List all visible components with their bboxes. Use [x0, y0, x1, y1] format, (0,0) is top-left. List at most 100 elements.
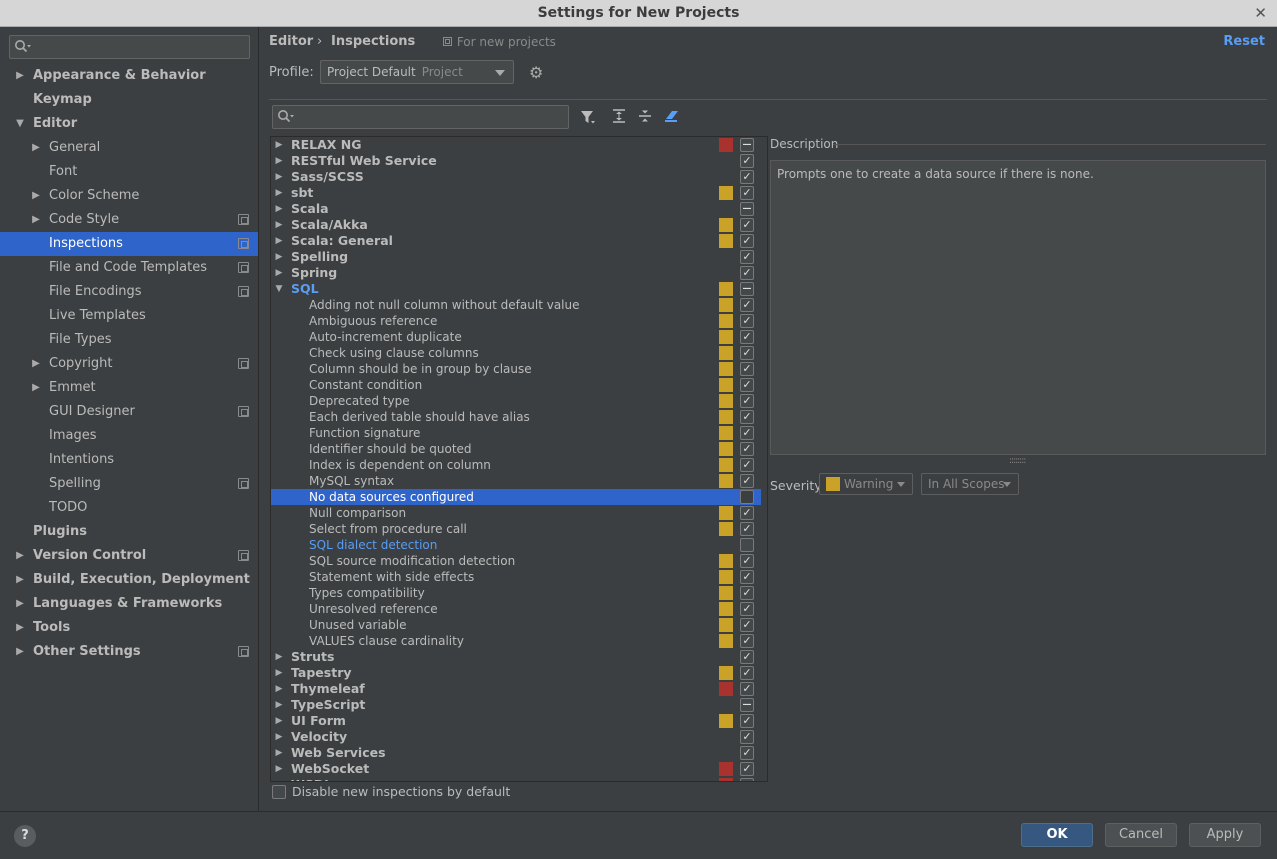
breadcrumb-editor[interactable]: Editor — [269, 34, 313, 49]
chevron-right-icon[interactable]: ▶ — [14, 544, 26, 568]
enabled-checkbox[interactable]: ✓ — [740, 266, 754, 280]
inspection-row[interactable]: Null comparison ✓ — [271, 505, 761, 521]
enabled-checkbox[interactable]: ✓ — [740, 458, 754, 472]
enabled-checkbox[interactable]: ✓ — [740, 746, 754, 760]
enabled-checkbox[interactable]: ✓ — [740, 682, 754, 696]
chevron-right-icon[interactable]: ▶ — [30, 376, 42, 400]
enabled-checkbox[interactable]: ✓ — [740, 474, 754, 488]
chevron-right-icon[interactable]: ▶ — [274, 153, 284, 169]
sidebar-item-languages-frameworks[interactable]: ▶ Languages & Frameworks — [0, 592, 258, 616]
inspection-row[interactable]: Auto-increment duplicate ✓ — [271, 329, 761, 345]
chevron-right-icon[interactable]: ▶ — [274, 713, 284, 729]
filter-icon[interactable] — [580, 109, 596, 129]
ok-button[interactable]: OK — [1021, 823, 1093, 847]
inspection-row[interactable]: Statement with side effects ✓ — [271, 569, 761, 585]
chevron-right-icon[interactable]: ▶ — [274, 649, 284, 665]
sidebar-item-plugins[interactable]: Plugins — [0, 520, 258, 544]
inspection-group-row[interactable]: ▶ Scala: General ✓ — [271, 233, 761, 249]
chevron-down-icon[interactable]: ▼ — [274, 281, 284, 297]
inspection-row[interactable]: Adding not null column without default v… — [271, 297, 761, 313]
sidebar-item-intentions[interactable]: Intentions — [0, 448, 258, 472]
help-button[interactable]: ? — [14, 825, 36, 847]
inspection-group-row[interactable]: ▶ Tapestry ✓ — [271, 665, 761, 681]
sidebar-item-todo[interactable]: TODO — [0, 496, 258, 520]
inspection-group-row[interactable]: ▼ SQL — — [271, 281, 761, 297]
profile-select[interactable]: Project Default Project — [320, 60, 514, 84]
enabled-checkbox[interactable]: ✓ — [740, 378, 754, 392]
enabled-checkbox[interactable]: ✓ — [740, 170, 754, 184]
inspection-row[interactable]: Identifier should be quoted ✓ — [271, 441, 761, 457]
sidebar-item-tools[interactable]: ▶ Tools — [0, 616, 258, 640]
enabled-checkbox[interactable]: ✓ — [740, 730, 754, 744]
enabled-checkbox[interactable]: — — [740, 282, 754, 296]
enabled-checkbox[interactable]: ✓ — [740, 442, 754, 456]
enabled-checkbox[interactable]: ✓ — [740, 154, 754, 168]
enabled-checkbox[interactable]: ✓ — [740, 346, 754, 360]
sidebar-item-file-and-code-templates[interactable]: File and Code Templates — [0, 256, 258, 280]
chevron-right-icon[interactable]: ▶ — [30, 352, 42, 376]
chevron-right-icon[interactable]: ▶ — [274, 217, 284, 233]
sidebar-item-images[interactable]: Images — [0, 424, 258, 448]
inspection-row[interactable]: Unresolved reference ✓ — [271, 601, 761, 617]
enabled-checkbox[interactable]: — — [740, 698, 754, 712]
chevron-right-icon[interactable]: ▶ — [14, 592, 26, 616]
inspection-row[interactable]: Check using clause columns ✓ — [271, 345, 761, 361]
enabled-checkbox[interactable]: ✓ — [740, 410, 754, 424]
sidebar-search-input[interactable] — [9, 35, 250, 59]
inspection-group-row[interactable]: ▶ RESTful Web Service ✓ — [271, 153, 761, 169]
sidebar-item-appearance-behavior[interactable]: ▶ Appearance & Behavior — [0, 64, 258, 88]
inspection-row[interactable]: Deprecated type ✓ — [271, 393, 761, 409]
inspection-row[interactable]: Column should be in group by clause ✓ — [271, 361, 761, 377]
enabled-checkbox[interactable]: ✓ — [740, 554, 754, 568]
chevron-right-icon[interactable]: ▶ — [30, 208, 42, 232]
inspection-row[interactable]: Unused variable ✓ — [271, 617, 761, 633]
enabled-checkbox[interactable]: ✓ — [740, 250, 754, 264]
inspection-row[interactable]: Types compatibility ✓ — [271, 585, 761, 601]
inspection-group-row[interactable]: ▶ Spring ✓ — [271, 265, 761, 281]
inspection-group-row[interactable]: ▶ WebSocket ✓ — [271, 761, 761, 777]
inspection-group-row[interactable]: ▶ TypeScript — — [271, 697, 761, 713]
enabled-checkbox[interactable]: ✓ — [740, 778, 754, 781]
scope-select[interactable]: In All Scopes — [921, 473, 1019, 495]
enabled-checkbox[interactable]: ✓ — [740, 218, 754, 232]
sidebar-item-spelling[interactable]: Spelling — [0, 472, 258, 496]
disable-new-checkbox[interactable] — [272, 785, 286, 799]
chevron-right-icon[interactable]: ▶ — [274, 697, 284, 713]
chevron-right-icon[interactable]: ▶ — [274, 137, 284, 153]
chevron-right-icon[interactable]: ▶ — [274, 761, 284, 777]
enabled-checkbox[interactable]: ✓ — [740, 570, 754, 584]
reset-to-defaults-icon[interactable] — [664, 109, 680, 127]
sidebar-item-gui-designer[interactable]: GUI Designer — [0, 400, 258, 424]
enabled-checkbox[interactable]: ✓ — [740, 234, 754, 248]
sidebar-item-other-settings[interactable]: ▶ Other Settings — [0, 640, 258, 664]
sidebar-item-emmet[interactable]: ▶ Emmet — [0, 376, 258, 400]
inspection-row[interactable]: Constant condition ✓ — [271, 377, 761, 393]
apply-button[interactable]: Apply — [1189, 823, 1261, 847]
gear-icon[interactable]: ⚙ — [529, 63, 543, 82]
chevron-right-icon[interactable]: ▶ — [274, 265, 284, 281]
enabled-checkbox[interactable]: ✓ — [740, 666, 754, 680]
chevron-right-icon[interactable]: ▶ — [14, 640, 26, 664]
enabled-checkbox[interactable]: ✓ — [740, 586, 754, 600]
enabled-checkbox[interactable]: ✓ — [740, 506, 754, 520]
sidebar-item-live-templates[interactable]: Live Templates — [0, 304, 258, 328]
reset-link[interactable]: Reset — [1223, 34, 1265, 49]
severity-select[interactable]: Warning — [819, 473, 913, 495]
inspection-row[interactable]: Ambiguous reference ✓ — [271, 313, 761, 329]
inspection-group-row[interactable]: ▶ RELAX NG — — [271, 137, 761, 153]
inspection-row[interactable]: MySQL syntax ✓ — [271, 473, 761, 489]
chevron-right-icon[interactable]: ▶ — [274, 201, 284, 217]
chevron-right-icon[interactable]: ▶ — [30, 184, 42, 208]
cancel-button[interactable]: Cancel — [1105, 823, 1177, 847]
sidebar-item-general[interactable]: ▶ General — [0, 136, 258, 160]
inspection-group-row[interactable]: ▶ Sass/SCSS ✓ — [271, 169, 761, 185]
enabled-checkbox[interactable]: ✓ — [740, 714, 754, 728]
sidebar-item-copyright[interactable]: ▶ Copyright — [0, 352, 258, 376]
enabled-checkbox[interactable]: ✓ — [740, 314, 754, 328]
enabled-checkbox[interactable]: ✓ — [740, 650, 754, 664]
sidebar-item-font[interactable]: Font — [0, 160, 258, 184]
enabled-checkbox[interactable] — [740, 490, 754, 504]
inspection-group-row[interactable]: ▶ Web Services ✓ — [271, 745, 761, 761]
inspection-row[interactable]: VALUES clause cardinality ✓ — [271, 633, 761, 649]
enabled-checkbox[interactable]: ✓ — [740, 298, 754, 312]
